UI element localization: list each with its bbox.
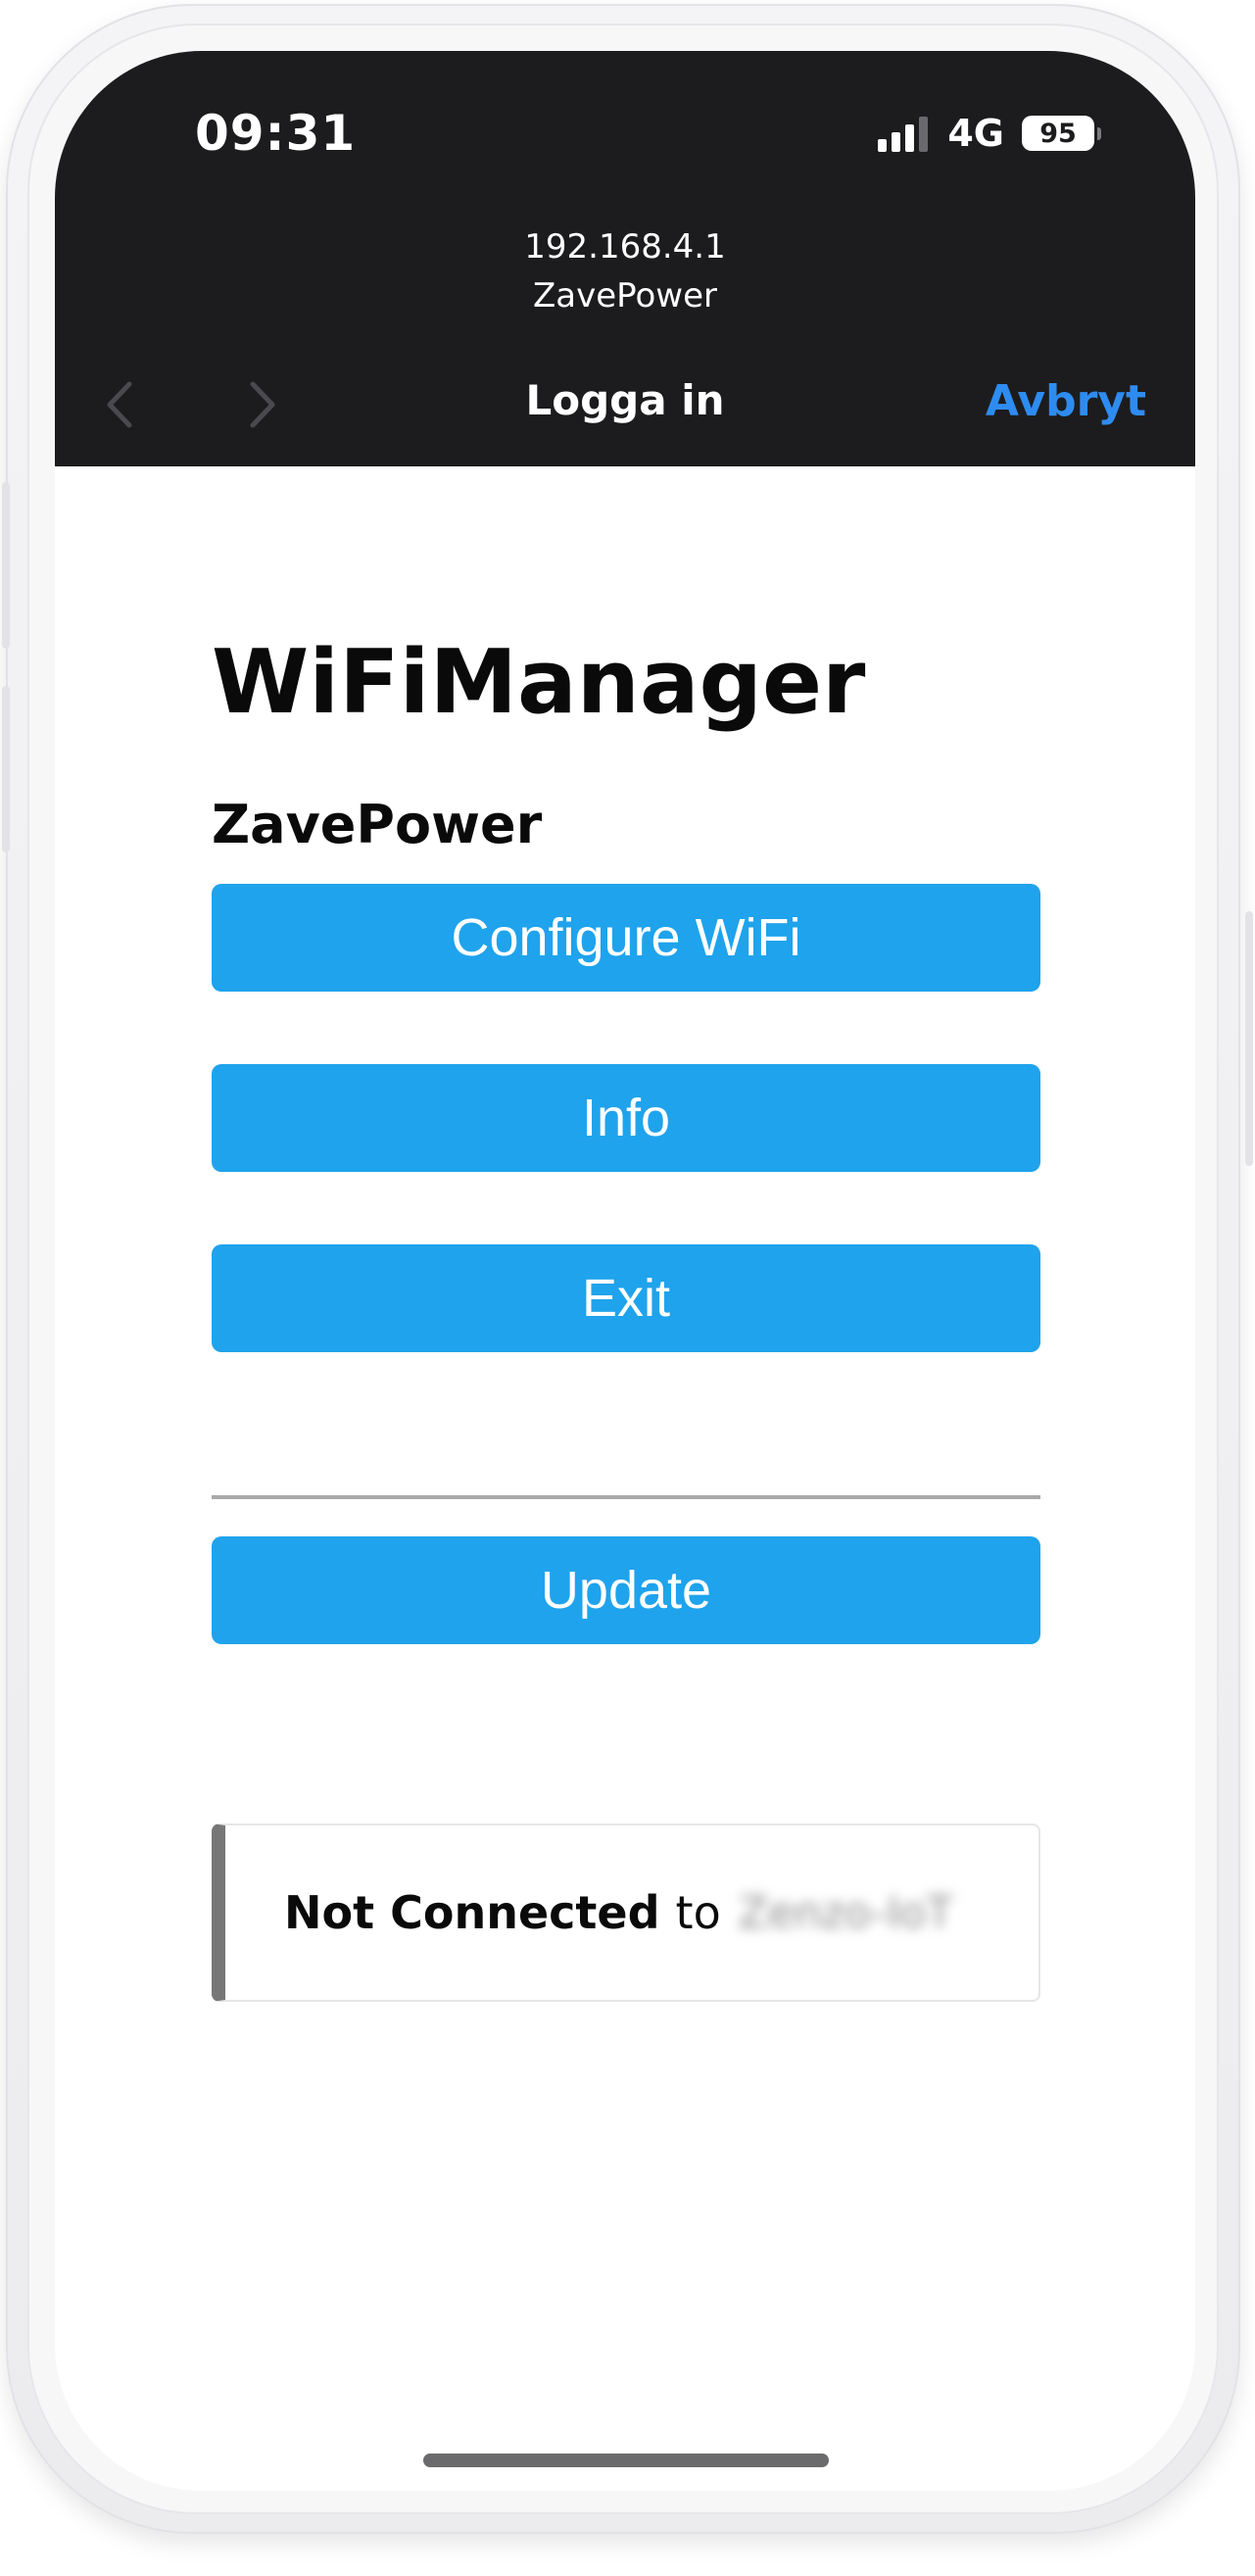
page-name-text: ZavePower bbox=[533, 276, 717, 316]
divider bbox=[212, 1495, 1040, 1499]
device-name: ZavePower bbox=[212, 794, 543, 855]
network-type: 4G bbox=[947, 112, 1004, 155]
home-indicator[interactable] bbox=[423, 2454, 829, 2467]
connection-state: Not Connected bbox=[284, 1886, 660, 1939]
web-content: WiFiManager ZavePower Configure WiFi Inf… bbox=[55, 466, 1195, 2491]
phone-side-button bbox=[2, 686, 10, 852]
configure-wifi-button[interactable]: Configure WiFi bbox=[212, 884, 1040, 992]
phone-side-button bbox=[1245, 911, 1253, 1166]
screenshot: 09:31 4G 95 192.168.4.1 ZavePower Logga … bbox=[0, 0, 1255, 2576]
status-icons: 4G 95 bbox=[878, 112, 1101, 155]
network-ssid: Zenzo-IoT bbox=[738, 1887, 953, 1938]
browser-nav-row: Logga in Avbryt bbox=[55, 365, 1195, 443]
battery-level: 95 bbox=[1022, 116, 1094, 151]
info-button[interactable]: Info bbox=[212, 1064, 1040, 1172]
address-text: 192.168.4.1 bbox=[524, 227, 726, 267]
exit-button[interactable]: Exit bbox=[212, 1244, 1040, 1352]
phone-side-button bbox=[2, 482, 10, 649]
status-time: 09:31 bbox=[195, 105, 357, 162]
page-title: WiFiManager bbox=[212, 631, 866, 734]
browser-header: 09:31 4G 95 192.168.4.1 ZavePower Logga … bbox=[55, 51, 1195, 466]
connection-connector: to bbox=[675, 1886, 721, 1939]
phone-screen: 09:31 4G 95 192.168.4.1 ZavePower Logga … bbox=[55, 51, 1195, 2491]
cellular-signal-icon bbox=[878, 115, 929, 152]
connection-status-box: Not Connected to Zenzo-IoT bbox=[212, 1823, 1040, 2002]
battery-icon: 95 bbox=[1022, 116, 1101, 151]
battery-tip bbox=[1097, 126, 1101, 140]
cancel-button[interactable]: Avbryt bbox=[986, 376, 1146, 426]
update-button[interactable]: Update bbox=[212, 1536, 1040, 1644]
